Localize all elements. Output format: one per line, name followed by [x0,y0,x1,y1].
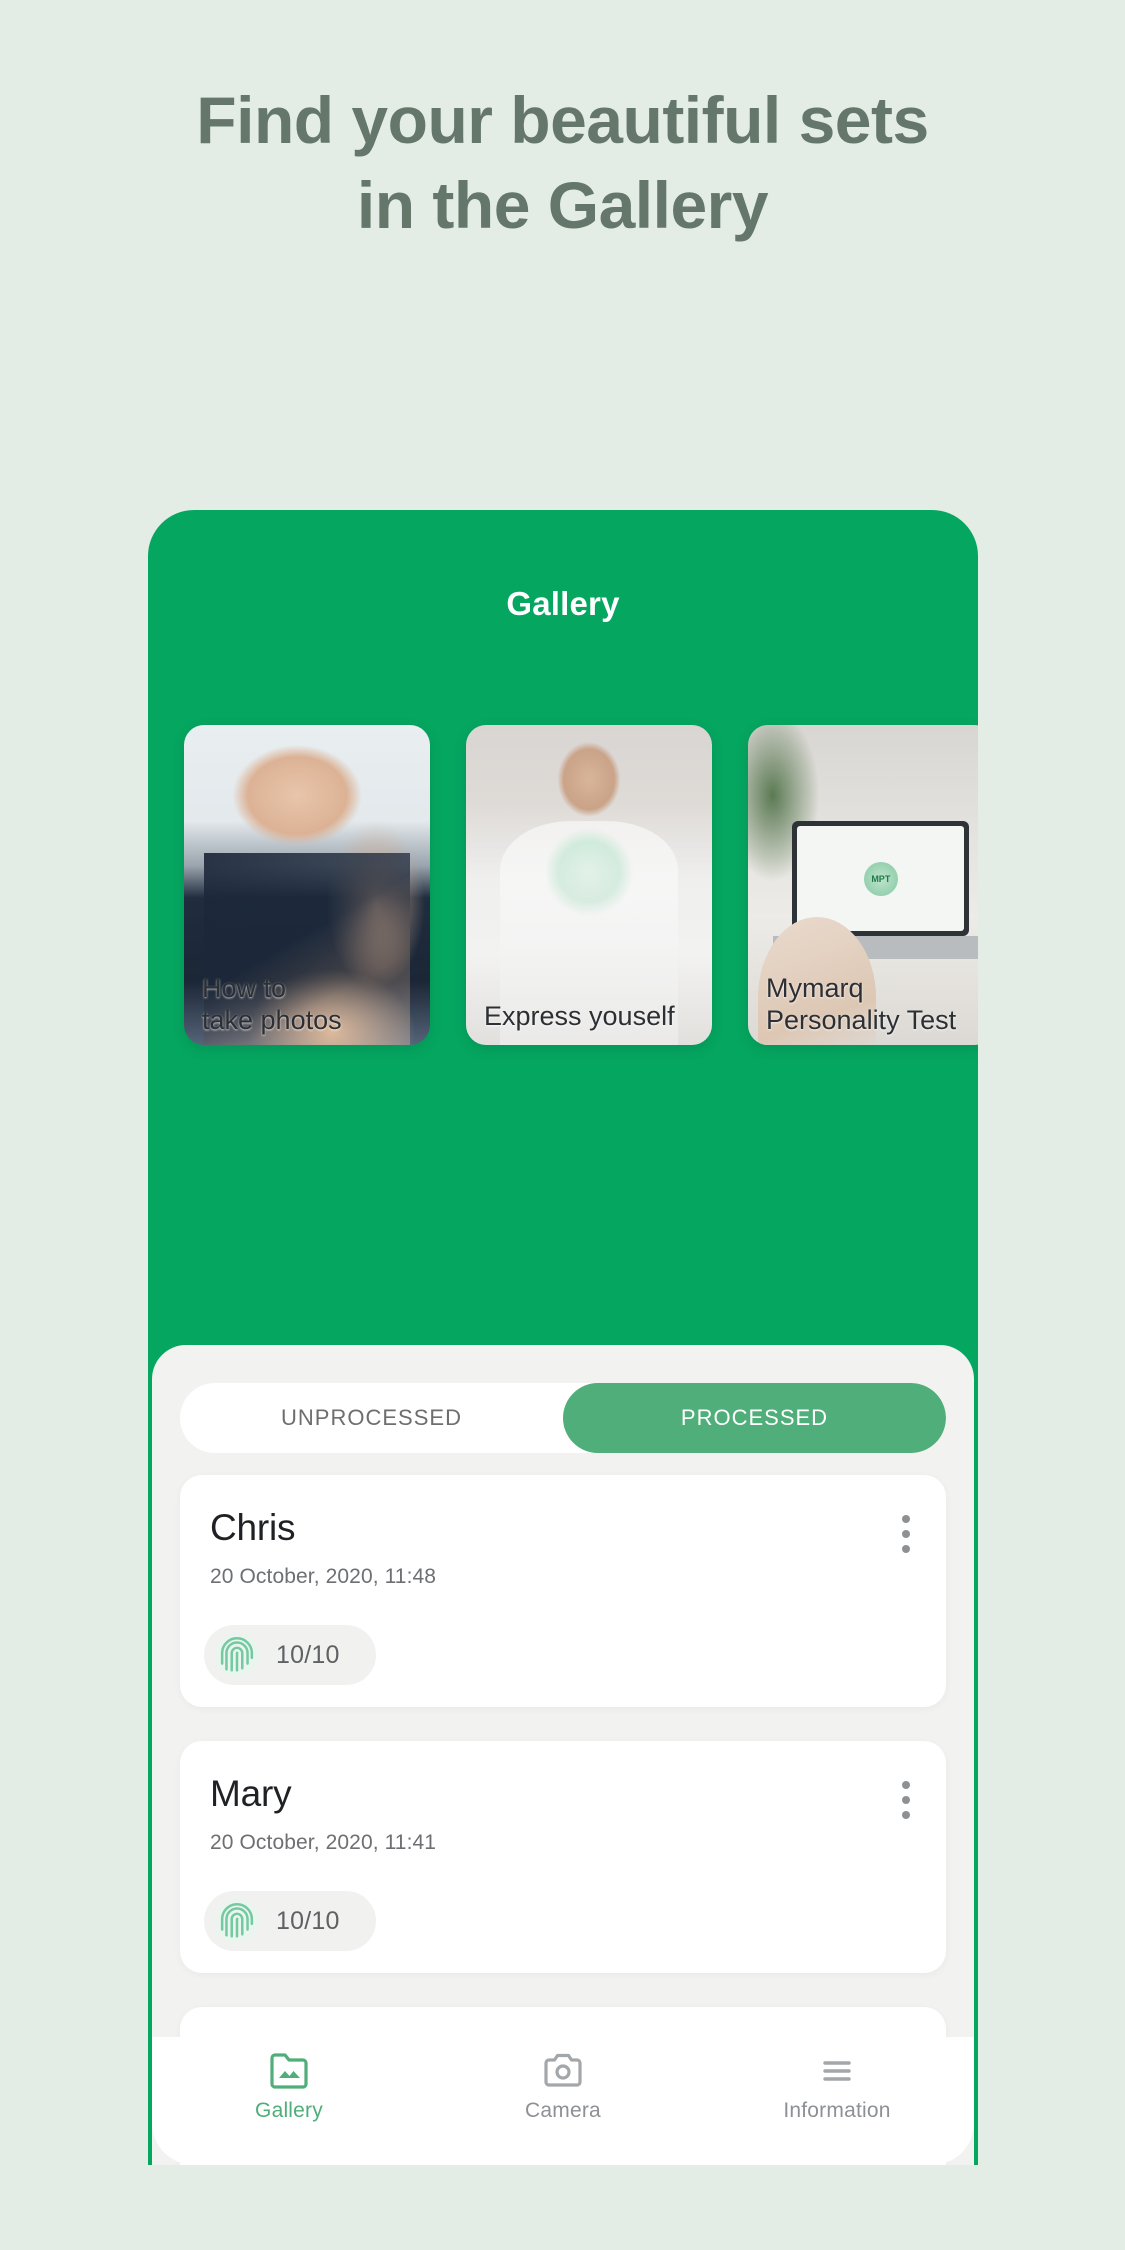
record-name: Chris [210,1507,296,1548]
promo-card-label: How to take photos [202,973,420,1037]
mpt-logo-icon: MPT [863,861,898,896]
nav-item-camera[interactable]: Camera [426,2051,700,2123]
promo-image-woman-in-mint-shirt [466,725,712,1045]
page-title: Find your beautiful sets in the Gallery [0,83,1125,243]
app-header-title: Gallery [506,585,620,622]
fingerprint-icon [214,1632,260,1678]
promo-card-how-to-take-photos[interactable]: How to take photos [184,725,430,1045]
score-chip: 10/10 [204,1625,376,1685]
tab-unprocessed[interactable]: UNPROCESSED [180,1383,563,1453]
hamburger-menu-icon [823,2061,851,2081]
promo-card-label: Mymarq Personality Test [766,973,978,1037]
page-title-line-1: Find your beautiful sets [196,83,929,157]
nav-item-gallery[interactable]: Gallery [152,2051,426,2123]
gallery-folder-icon [270,2053,308,2089]
kebab-menu-icon[interactable] [902,1515,910,1553]
nav-label-information: Information [783,2099,891,2122]
segmented-control[interactable]: UNPROCESSED PROCESSED [180,1383,946,1453]
nav-item-information[interactable]: Information [700,2051,974,2123]
fingerprint-icon [214,1898,260,1944]
promo-card-label-line-1: Mymarq [766,973,864,1004]
promo-card-label-line-2: Personality Test [766,1005,957,1036]
score-chip: 10/10 [204,1891,376,1951]
record-date: 20 October, 2020, 11:41 [210,1831,437,1854]
nav-label-gallery: Gallery [255,2099,323,2122]
promo-card-label-line-2: take photos [202,1005,342,1036]
phone-mockup: Gallery How to take photos Express youse… [148,510,978,2165]
promo-card-mymarq-personality-test[interactable]: MPT Mymarq Personality Test [748,725,978,1045]
bottom-navigation-bar[interactable]: Gallery Camera Information [152,2037,974,2165]
promo-card-label-line-1: How to [202,973,287,1004]
camera-icon [544,2053,582,2087]
tab-processed[interactable]: PROCESSED [563,1383,946,1453]
score-value: 10/10 [276,1640,340,1669]
record-card[interactable]: Chris 20 October, 2020, 11:48 10/10 [180,1475,946,1707]
record-card[interactable]: Mary 20 October, 2020, 11:41 10/10 [180,1741,946,1973]
laptop-screen: MPT [797,826,965,932]
kebab-menu-icon[interactable] [902,1781,910,1819]
score-value: 10/10 [276,1906,340,1935]
record-date: 20 October, 2020, 11:48 [210,1565,437,1588]
page-title-line-2: in the Gallery [356,168,769,243]
nav-label-camera: Camera [525,2099,601,2122]
app-screen: Gallery How to take photos Express youse… [148,510,978,2165]
promo-card-express-yourself[interactable]: Express youself [466,725,712,1045]
promo-carousel[interactable]: How to take photos Express youself MPT M… [184,725,978,1045]
record-name: Mary [210,1773,292,1814]
promo-card-label: Express youself [484,1001,675,1032]
